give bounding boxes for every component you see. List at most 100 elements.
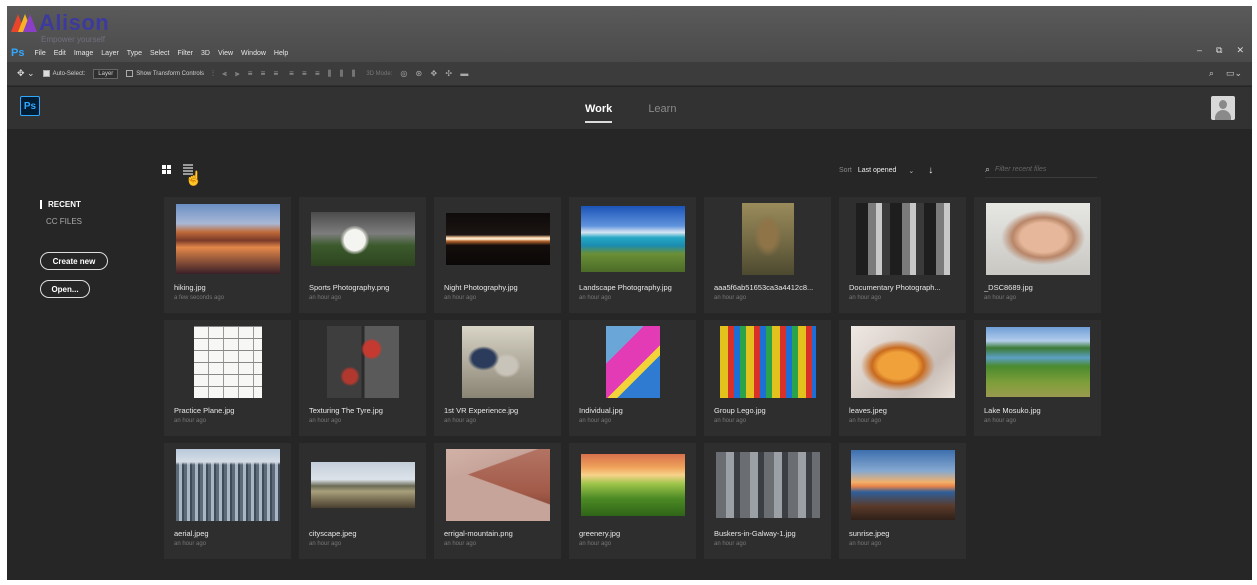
filter-placeholder: Filter recent files xyxy=(995,166,1047,173)
file-name: hiking.jpg xyxy=(174,283,206,292)
restore-button[interactable]: ⧉ xyxy=(1216,45,1222,56)
tab-learn[interactable]: Learn xyxy=(648,103,676,123)
menu-filter[interactable]: Filter xyxy=(177,50,193,57)
recent-file-card[interactable]: leaves.jpeg an hour ago xyxy=(839,320,966,436)
hand-cursor-icon: ☝ xyxy=(185,170,203,186)
view-toggles: ☝ xyxy=(162,164,202,186)
recent-file-card[interactable]: Landscape Photography.jpg an hour ago xyxy=(569,197,696,313)
file-time: an hour ago xyxy=(174,418,207,424)
menu-view[interactable]: View xyxy=(218,50,233,57)
file-thumbnail xyxy=(307,449,418,521)
sort-direction-arrow-icon[interactable]: ↓ xyxy=(928,165,933,176)
recent-file-card[interactable]: Documentary Photograph... an hour ago xyxy=(839,197,966,313)
file-time: an hour ago xyxy=(714,295,747,301)
search-icon[interactable]: ⌕ xyxy=(1209,68,1214,79)
file-time: an hour ago xyxy=(444,541,477,547)
close-button[interactable]: ✕ xyxy=(1236,45,1244,56)
file-thumbnail xyxy=(442,203,553,275)
menu-layer[interactable]: Layer xyxy=(101,50,119,57)
recent-file-card[interactable]: Sports Photography.png an hour ago xyxy=(299,197,426,313)
menu-help[interactable]: Help xyxy=(274,50,288,57)
sidebar-item-cc-files[interactable]: CC FILES xyxy=(40,217,108,226)
recent-file-card[interactable]: errigal-mountain.png an hour ago xyxy=(434,443,561,559)
menu-image[interactable]: Image xyxy=(74,50,93,57)
move-tool-icon[interactable]: ✥ ⌄ xyxy=(17,68,35,79)
file-name: aaa5f6ab51653ca3a4412c8... xyxy=(714,283,814,292)
file-name: 1st VR Experience.jpg xyxy=(444,406,519,415)
menu-edit[interactable]: Edit xyxy=(54,50,66,57)
meerkat-thumb xyxy=(741,203,794,275)
sidebar-item-recent[interactable]: RECENT xyxy=(40,200,108,209)
minimize-button[interactable]: – xyxy=(1197,45,1202,56)
file-name: leaves.jpeg xyxy=(849,406,887,415)
file-thumbnail xyxy=(847,326,958,398)
recent-file-card[interactable]: Night Photography.jpg an hour ago xyxy=(434,197,561,313)
grid-view-icon[interactable] xyxy=(162,165,171,174)
plane-sketch-thumb xyxy=(193,326,262,398)
bw-group-thumb xyxy=(855,203,950,275)
file-time: an hour ago xyxy=(984,295,1017,301)
recent-file-card[interactable]: sunrise.jpeg an hour ago xyxy=(839,443,966,559)
lego-brick-thumb xyxy=(605,326,660,398)
photoshop-logo-icon[interactable]: Ps xyxy=(20,96,40,116)
file-time: an hour ago xyxy=(309,418,342,424)
tab-work[interactable]: Work xyxy=(585,103,613,123)
recent-file-card[interactable]: Texturing The Tyre.jpg an hour ago xyxy=(299,320,426,436)
recent-file-card[interactable]: Individual.jpg an hour ago xyxy=(569,320,696,436)
options-bar-right: ⌕ ▭⌄ xyxy=(1209,68,1242,79)
volleyball-thumb xyxy=(310,212,415,266)
file-thumbnail xyxy=(847,449,958,521)
menu-type[interactable]: Type xyxy=(127,50,142,57)
menu-select[interactable]: Select xyxy=(150,50,169,57)
file-time: an hour ago xyxy=(174,541,207,547)
show-transform-label: Show Transform Controls xyxy=(136,70,204,77)
recent-file-card[interactable]: 1st VR Experience.jpg an hour ago xyxy=(434,320,561,436)
recent-file-card[interactable]: aaa5f6ab51653ca3a4412c8... an hour ago xyxy=(704,197,831,313)
user-avatar-icon[interactable] xyxy=(1211,96,1235,120)
file-time: an hour ago xyxy=(579,418,612,424)
ps-app-icon[interactable]: Ps xyxy=(11,47,24,59)
3d-mode-label: 3D Mode: xyxy=(366,70,393,77)
distribute-icons[interactable]: ≡ ≡ ≡ ⫼ ⫼ ⫼ xyxy=(289,69,358,79)
aerial-city-thumb xyxy=(175,449,280,521)
auto-select-dropdown[interactable]: Layer xyxy=(93,68,119,79)
file-name: Night Photography.jpg xyxy=(444,283,518,292)
options-bar: ✥ ⌄ Auto-Select: Layer Show Transform Co… xyxy=(7,62,1252,86)
recent-file-card[interactable]: cityscape.jpeg an hour ago xyxy=(299,443,426,559)
filter-box[interactable]: ⌕ Filter recent files xyxy=(985,162,1097,178)
window-controls: – ⧉ ✕ xyxy=(1197,45,1244,56)
greenery-thumb xyxy=(580,454,685,516)
file-name: Individual.jpg xyxy=(579,406,623,415)
chevron-down-icon[interactable]: ⌄ xyxy=(908,167,914,175)
workspace-icon[interactable]: ▭⌄ xyxy=(1226,68,1242,79)
show-transform-checkbox[interactable]: Show Transform Controls xyxy=(126,70,204,77)
file-time: an hour ago xyxy=(579,295,612,301)
recent-file-card[interactable]: aerial.jpeg an hour ago xyxy=(164,443,291,559)
3d-mode-icons[interactable]: ◎ ⊛ ✥ ✣ ▬ xyxy=(400,69,471,78)
lake-thumb xyxy=(985,327,1090,397)
recent-file-card[interactable]: Group Lego.jpg an hour ago xyxy=(704,320,831,436)
menu-window[interactable]: Window xyxy=(241,50,266,57)
auto-select-checkbox[interactable]: Auto-Select: xyxy=(42,70,85,77)
file-name: Sports Photography.png xyxy=(309,283,390,292)
menu-3d[interactable]: 3D xyxy=(201,50,210,57)
open-button[interactable]: Open... xyxy=(40,280,90,298)
file-time: an hour ago xyxy=(849,295,882,301)
menu-file[interactable]: File xyxy=(34,50,45,57)
recent-file-card[interactable]: Buskers-in-Galway-1.jpg an hour ago xyxy=(704,443,831,559)
file-name: cityscape.jpeg xyxy=(309,529,357,538)
file-thumbnail xyxy=(982,203,1093,275)
create-new-button[interactable]: Create new xyxy=(40,252,108,270)
light-trail-thumb xyxy=(445,213,550,265)
recent-file-card[interactable]: greenery.jpg an hour ago xyxy=(569,443,696,559)
recent-file-card[interactable]: Practice Plane.jpg an hour ago xyxy=(164,320,291,436)
align-icons[interactable]: ⫶ ⫷ ⫸ ≡ ≡ ≡ xyxy=(212,69,281,79)
recent-file-card[interactable]: _DSC8689.jpg an hour ago xyxy=(974,197,1101,313)
sort-dropdown[interactable]: Last opened xyxy=(858,167,897,174)
list-view-icon[interactable]: ☝ xyxy=(183,164,202,186)
recent-file-card[interactable]: hiking.jpg a few seconds ago xyxy=(164,197,291,313)
recent-file-card[interactable]: Lake Mosuko.jpg an hour ago xyxy=(974,320,1101,436)
sort-label: Sort xyxy=(839,167,852,174)
file-time: an hour ago xyxy=(579,541,612,547)
red-mountain-thumb xyxy=(445,449,550,521)
